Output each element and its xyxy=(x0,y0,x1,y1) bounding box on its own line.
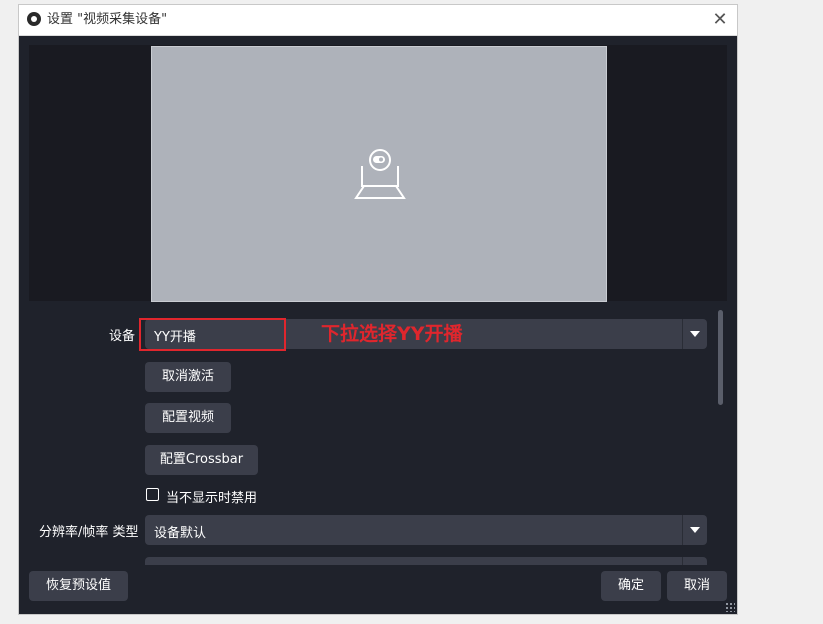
annotation-highlight-box xyxy=(139,318,286,351)
chevron-down-icon[interactable] xyxy=(682,319,707,349)
disable-when-hidden-label: 当不显示时禁用 xyxy=(166,491,258,506)
annotation-text: 下拉选择YY开播 xyxy=(321,323,463,345)
resize-grip-icon[interactable] xyxy=(725,602,735,612)
scrollbar-thumb[interactable] xyxy=(718,310,723,405)
resolution-select-value: 设备默认 xyxy=(154,526,207,541)
chevron-down-icon[interactable] xyxy=(682,515,707,545)
deactivate-button[interactable]: 取消激活 xyxy=(145,362,231,392)
scrollbar[interactable] xyxy=(716,310,726,563)
preview-frame xyxy=(151,46,607,302)
resolution-label: 分辨率/帧率 类型 xyxy=(39,525,139,540)
title-bar: 设置 "视频采集设备" ✕ xyxy=(19,5,737,36)
ok-button[interactable]: 确定 xyxy=(601,571,661,601)
device-label: 设备 xyxy=(109,329,136,344)
partial-select[interactable] xyxy=(145,557,707,565)
resolution-select[interactable]: 设备默认 xyxy=(145,515,707,545)
window-title: 设置 "视频采集设备" xyxy=(47,12,168,27)
obs-logo-icon xyxy=(27,12,41,26)
webcam-placeholder-icon xyxy=(354,149,406,199)
configure-video-button[interactable]: 配置视频 xyxy=(145,403,231,433)
configure-crossbar-button[interactable]: 配置Crossbar xyxy=(145,445,258,475)
close-button[interactable]: ✕ xyxy=(709,9,731,31)
restore-defaults-button[interactable]: 恢复预设值 xyxy=(29,571,128,601)
preview-area xyxy=(29,45,727,302)
disable-when-hidden-checkbox[interactable] xyxy=(146,488,159,501)
cancel-button[interactable]: 取消 xyxy=(667,571,727,601)
settings-dialog: 设置 "视频采集设备" ✕ 设备 YY开播 下拉选择YY开播 取消激活 配置视频… xyxy=(18,4,738,615)
